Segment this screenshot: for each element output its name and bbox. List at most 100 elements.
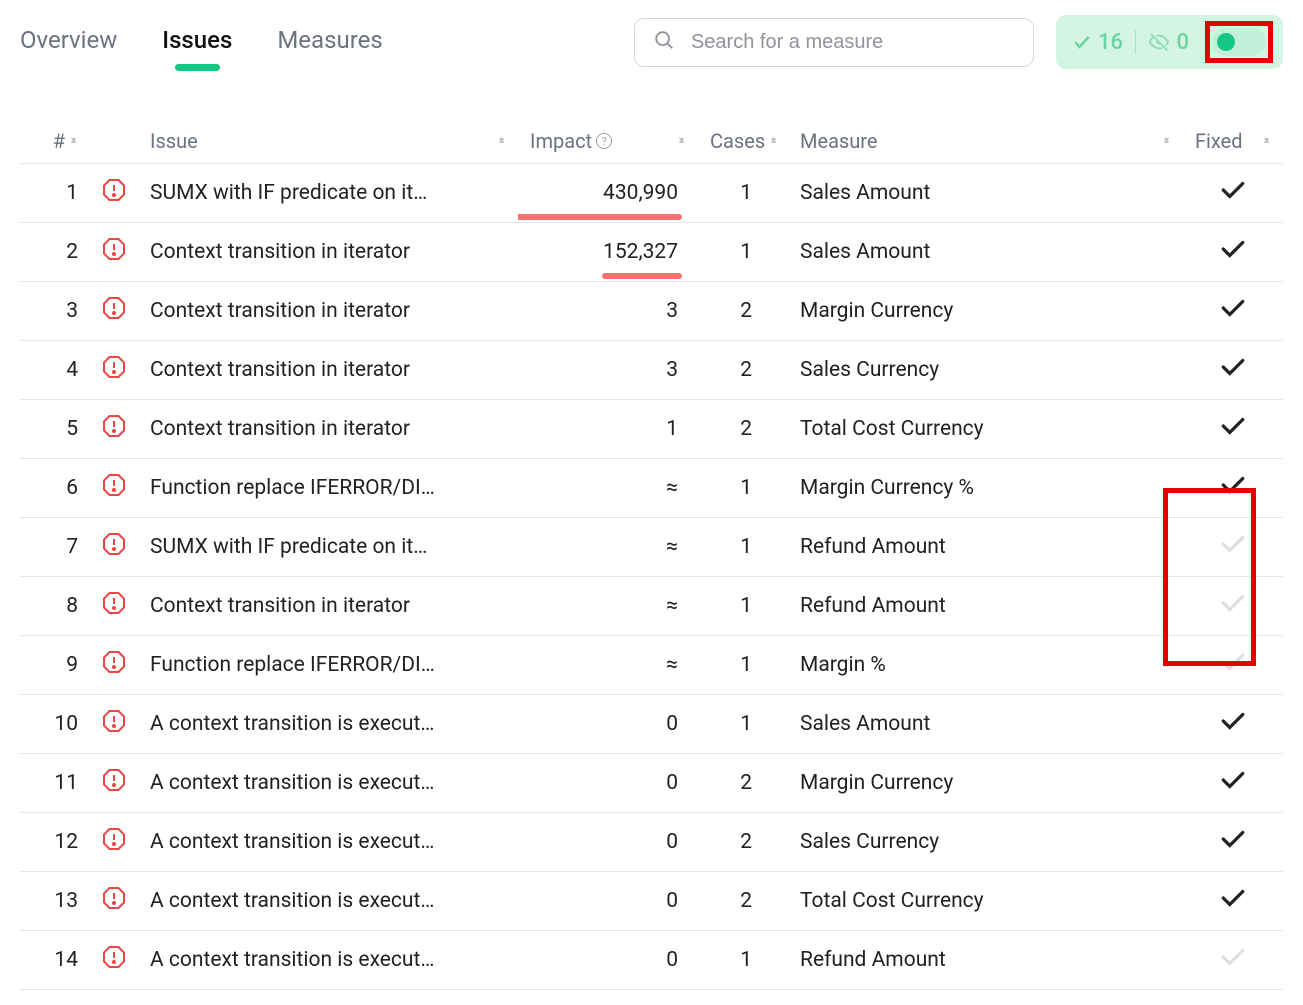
error-icon bbox=[90, 400, 138, 459]
fixed-check[interactable] bbox=[1183, 459, 1283, 518]
fixed-check[interactable] bbox=[1183, 872, 1283, 931]
help-icon[interactable]: ? bbox=[596, 133, 612, 149]
error-icon bbox=[90, 341, 138, 400]
impact-value: ≈ bbox=[518, 636, 698, 695]
issue-name: A context transition is execut… bbox=[138, 813, 518, 872]
measure-name: Sales Amount bbox=[788, 164, 1183, 223]
measure-name: Margin Currency bbox=[788, 282, 1183, 341]
cases-value: 2 bbox=[698, 872, 788, 931]
impact-value: 0 bbox=[518, 931, 698, 990]
col-number[interactable]: #▲▼ bbox=[20, 119, 90, 164]
cases-value: 2 bbox=[698, 754, 788, 813]
col-fixed[interactable]: Fixed▲▼ bbox=[1183, 119, 1283, 164]
badge-hidden: 0 bbox=[1148, 30, 1189, 55]
tab-overview[interactable]: Overview bbox=[20, 26, 117, 59]
tab-measures[interactable]: Measures bbox=[277, 26, 382, 59]
error-icon bbox=[90, 754, 138, 813]
col-measure[interactable]: Measure▲▼ bbox=[788, 119, 1183, 164]
fixed-check[interactable] bbox=[1183, 577, 1283, 636]
tab-issues[interactable]: Issues bbox=[162, 26, 232, 59]
issue-name: A context transition is execut… bbox=[138, 695, 518, 754]
search-icon bbox=[653, 29, 675, 56]
measure-name: Sales Amount bbox=[788, 223, 1183, 282]
col-issue[interactable]: Issue▲▼ bbox=[138, 119, 518, 164]
table-row[interactable]: 11A context transition is execut…02Margi… bbox=[20, 754, 1283, 813]
fixed-check[interactable] bbox=[1183, 518, 1283, 577]
row-number: 13 bbox=[20, 872, 90, 931]
fixed-check[interactable] bbox=[1183, 813, 1283, 872]
impact-value: ≈ bbox=[518, 459, 698, 518]
table-row[interactable]: 14A context transition is execut…01Refun… bbox=[20, 931, 1283, 990]
error-icon bbox=[90, 813, 138, 872]
col-impact[interactable]: Impact?▲▼ bbox=[518, 119, 698, 164]
search-input[interactable] bbox=[689, 30, 1015, 55]
issue-name: Function replace IFERROR/DI… bbox=[138, 459, 518, 518]
row-number: 4 bbox=[20, 341, 90, 400]
measure-name: Sales Amount bbox=[788, 695, 1183, 754]
impact-value: 152,327 bbox=[518, 223, 698, 282]
table-row[interactable]: 9Function replace IFERROR/DI…≈1Margin % bbox=[20, 636, 1283, 695]
table-row[interactable]: 3Context transition in iterator32Margin … bbox=[20, 282, 1283, 341]
fixed-check[interactable] bbox=[1183, 636, 1283, 695]
row-number: 10 bbox=[20, 695, 90, 754]
fixed-check[interactable] bbox=[1183, 164, 1283, 223]
issue-name: SUMX with IF predicate on it… bbox=[138, 518, 518, 577]
search-box[interactable] bbox=[634, 18, 1034, 67]
table-row[interactable]: 1SUMX with IF predicate on it…430,9901Sa… bbox=[20, 164, 1283, 223]
error-icon bbox=[90, 695, 138, 754]
error-icon bbox=[90, 223, 138, 282]
error-icon bbox=[90, 518, 138, 577]
fixed-check[interactable] bbox=[1183, 754, 1283, 813]
impact-value: 430,990 bbox=[518, 164, 698, 223]
issue-name: A context transition is execut… bbox=[138, 754, 518, 813]
fixed-check[interactable] bbox=[1183, 282, 1283, 341]
cases-value: 1 bbox=[698, 577, 788, 636]
filter-badge: 16 0 bbox=[1056, 15, 1283, 69]
table-row[interactable]: 4Context transition in iterator32Sales C… bbox=[20, 341, 1283, 400]
measure-name: Refund Amount bbox=[788, 518, 1183, 577]
fixed-check[interactable] bbox=[1183, 931, 1283, 990]
error-icon bbox=[90, 577, 138, 636]
table-row[interactable]: 7 SUMX with IF predicate on it…≈1Refund A… bbox=[20, 518, 1283, 577]
fixed-check[interactable] bbox=[1183, 400, 1283, 459]
impact-value: 0 bbox=[518, 813, 698, 872]
cases-value: 1 bbox=[698, 518, 788, 577]
row-number: 2 bbox=[20, 223, 90, 282]
table-row[interactable]: 12A context transition is execut…02Sales… bbox=[20, 813, 1283, 872]
table-row[interactable]: 5Context transition in iterator12Total C… bbox=[20, 400, 1283, 459]
toggle-highlight-annotation bbox=[1205, 21, 1273, 63]
cases-value: 2 bbox=[698, 341, 788, 400]
impact-value: 0 bbox=[518, 695, 698, 754]
fixed-check[interactable] bbox=[1183, 223, 1283, 282]
cases-value: 1 bbox=[698, 931, 788, 990]
badge-hidden-count: 0 bbox=[1176, 30, 1189, 55]
issue-name: Context transition in iterator bbox=[138, 223, 518, 282]
issue-name: SUMX with IF predicate on it… bbox=[138, 164, 518, 223]
issues-table: #▲▼ Issue▲▼ Impact?▲▼ Cases▲▼ Measure▲▼ … bbox=[20, 119, 1283, 990]
measure-name: Margin % bbox=[788, 636, 1183, 695]
cases-value: 2 bbox=[698, 282, 788, 341]
table-row[interactable]: 10A context transition is execut…01Sales… bbox=[20, 695, 1283, 754]
row-number: 8 bbox=[20, 577, 90, 636]
error-icon bbox=[90, 931, 138, 990]
cases-value: 2 bbox=[698, 813, 788, 872]
filter-toggle[interactable] bbox=[1212, 28, 1266, 56]
impact-value: 0 bbox=[518, 872, 698, 931]
table-row[interactable]: 2Context transition in iterator152,3271S… bbox=[20, 223, 1283, 282]
fixed-check[interactable] bbox=[1183, 695, 1283, 754]
row-number: 14 bbox=[20, 931, 90, 990]
impact-value: 0 bbox=[518, 754, 698, 813]
cases-value: 2 bbox=[698, 400, 788, 459]
row-number: 7 bbox=[20, 518, 90, 577]
issue-name: Context transition in iterator bbox=[138, 341, 518, 400]
row-number: 9 bbox=[20, 636, 90, 695]
fixed-check[interactable] bbox=[1183, 341, 1283, 400]
impact-value: 3 bbox=[518, 341, 698, 400]
table-row[interactable]: 6Function replace IFERROR/DI…≈1Margin Cu… bbox=[20, 459, 1283, 518]
table-row[interactable]: 13A context transition is execut…02Total… bbox=[20, 872, 1283, 931]
measure-name: Total Cost Currency bbox=[788, 400, 1183, 459]
measure-name: Total Cost Currency bbox=[788, 872, 1183, 931]
col-cases[interactable]: Cases▲▼ bbox=[698, 119, 788, 164]
table-row[interactable]: 8Context transition in iterator≈1Refund … bbox=[20, 577, 1283, 636]
impact-value: ≈ bbox=[518, 518, 698, 577]
